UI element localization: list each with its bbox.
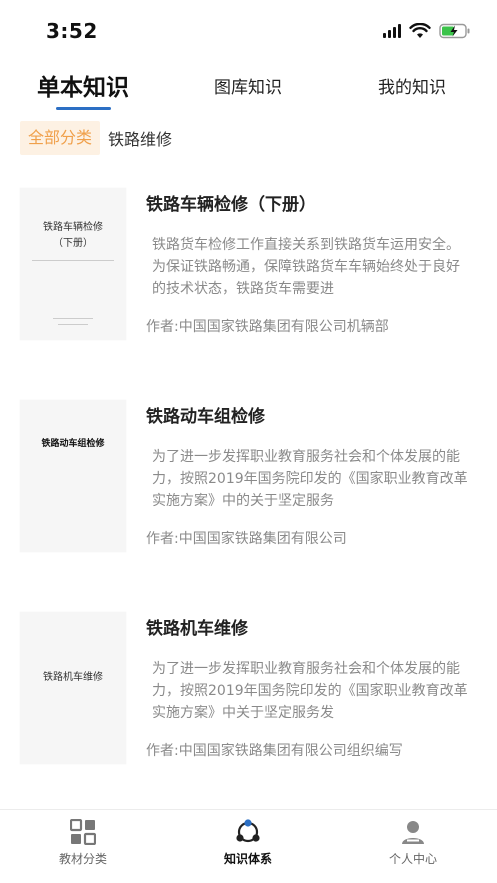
category-filter: 全部分类 铁路维修 [20,120,172,156]
book-title[interactable]: 铁路机车维修 [146,614,248,639]
book-author: 作者:中国国家铁路集团有限公司 [146,531,347,547]
bottom-nav: 教材分类 知识体系 个人中心 [0,809,497,883]
book-title[interactable]: 铁路车辆检修（下册） [146,190,316,215]
book-cover[interactable]: 铁路动车组检修 [20,400,126,552]
book-cover[interactable]: 铁路车辆检修 （下册） [20,188,126,340]
nav-label: 教材分类 [58,852,107,866]
nav-label: 知识体系 [223,852,272,866]
list-item[interactable]: 铁路车辆检修 （下册） 铁路车辆检修（下册） 铁路货车检修工作直接关系到铁路货车… [0,188,497,368]
nav-knowledge-system[interactable]: 知识体系 [188,810,308,883]
nav-label: 个人中心 [388,852,437,866]
nav-personal-center[interactable]: 个人中心 [353,810,473,883]
book-cover[interactable]: 铁路机车维修 [20,612,126,764]
list-item[interactable]: 铁路动车组检修 铁路动车组检修 为了进一步发挥职业教育服务社会和个体发展的能力，… [0,400,497,580]
all-categories-chip[interactable]: 全部分类 [20,121,101,155]
book-description: 铁路货车检修工作直接关系到铁路货车运用安全。为保证铁路畅通，保障铁路货车车辆始终… [152,237,460,297]
tab-my-knowledge[interactable]: 我的知识 [360,66,464,110]
active-tab-indicator [56,107,111,110]
network-icon [236,819,260,843]
tab-gallery[interactable]: 图库知识 [196,66,300,110]
book-description: 为了进一步发挥职业教育服务社会和个体发展的能力，按照2019年国务院印发的《国家… [152,661,468,721]
book-author: 作者:中国国家铁路集团有限公司组织编写 [146,743,403,759]
nav-textbook-categories[interactable]: 教材分类 [23,810,143,883]
battery-charging-icon [439,23,470,39]
wifi-icon [409,23,431,38]
cover-subtitle: （下册） [53,238,93,249]
tab-single-book[interactable]: 单本知识 [30,66,136,110]
book-author: 作者:中国国家铁路集团有限公司机辆部 [146,319,389,335]
cover-title: 铁路机车维修 [43,672,103,683]
book-title[interactable]: 铁路动车组检修 [146,402,265,427]
top-tabs: 单本知识 图库知识 我的知识 [0,66,497,114]
list-item[interactable]: 铁路机车维修 铁路机车维修 为了进一步发挥职业教育服务社会和个体发展的能力，按照… [0,612,497,792]
category-path[interactable]: 铁路维修 [108,126,172,150]
book-description: 为了进一步发挥职业教育服务社会和个体发展的能力，按照2019年国务院印发的《国家… [152,449,468,509]
cover-decoration [58,324,88,325]
cover-decoration [32,260,114,261]
grid-icon [70,819,96,845]
cover-title: 铁路车辆检修 [43,222,103,233]
cover-decoration [53,318,93,319]
signal-icon [383,24,401,38]
status-icons [383,20,471,42]
status-time: 3:52 [46,19,98,43]
cover-title: 铁路动车组检修 [41,439,105,449]
user-icon [402,821,424,844]
status-bar: 3:52 [0,0,497,60]
